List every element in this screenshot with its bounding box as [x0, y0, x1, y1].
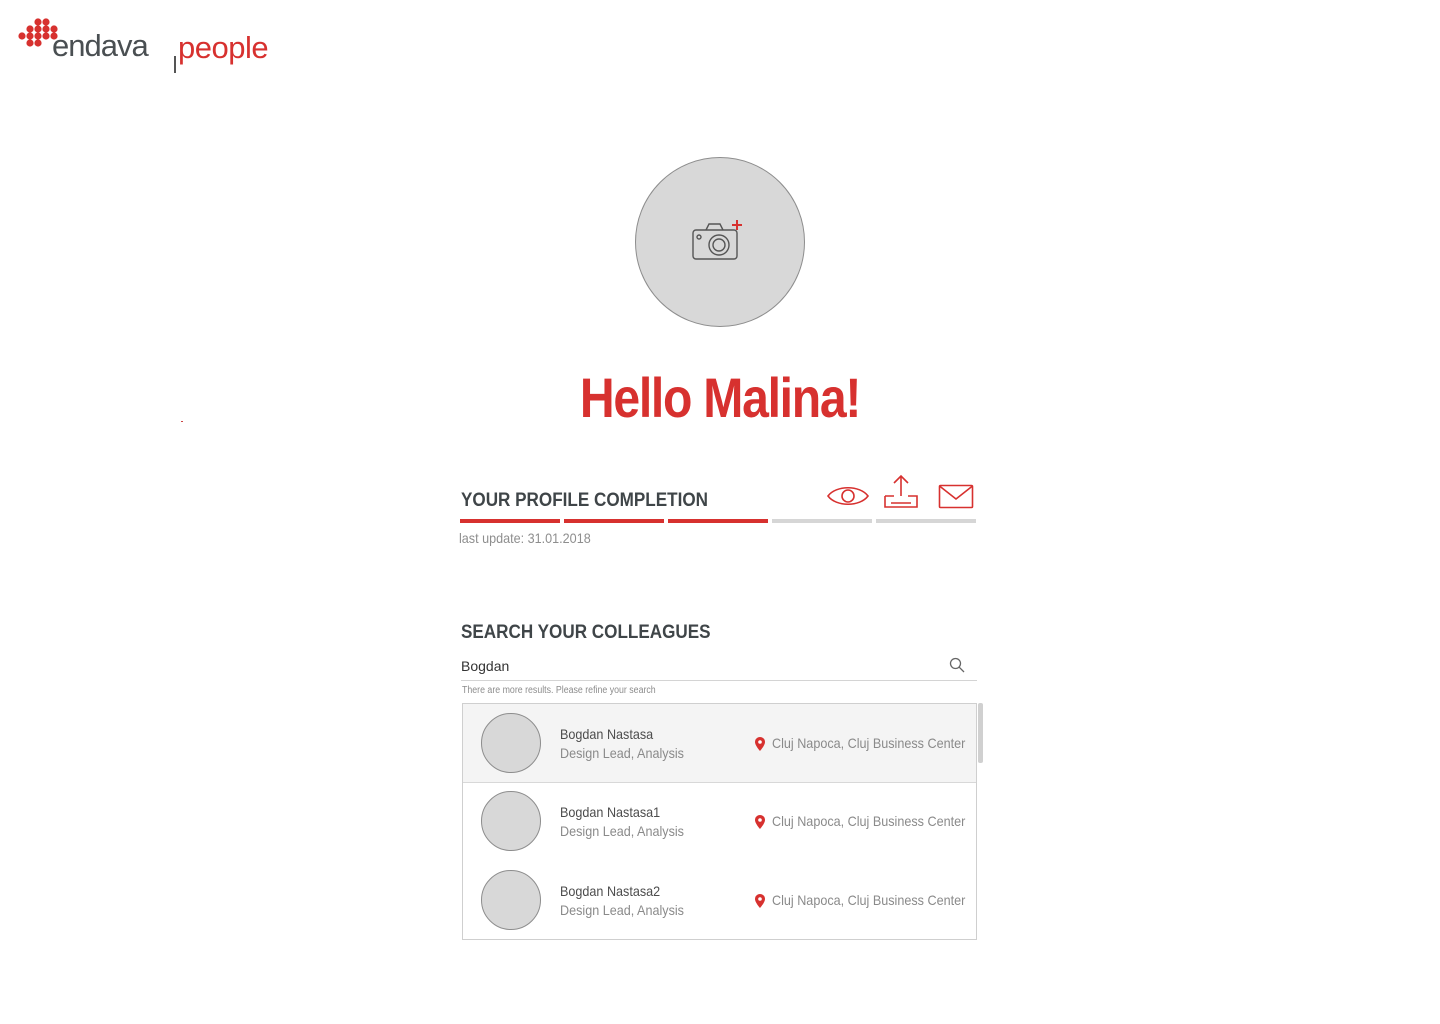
search-icon[interactable] [949, 657, 965, 673]
profile-photo-upload[interactable] [635, 157, 805, 327]
progress-segment-pending [772, 519, 872, 523]
result-location: Cluj Napoca, Cluj Business Center [772, 735, 966, 751]
result-role: Design Lead, Analysis [560, 745, 684, 761]
upload-cv-button[interactable] [882, 474, 920, 515]
result-name: Bogdan Nastasa1 [560, 804, 661, 820]
page: endava people Hello Malina! YOUR PROFILE… [0, 0, 1440, 1024]
upload-icon [884, 474, 918, 508]
eye-icon [827, 486, 869, 506]
avatar [481, 713, 541, 773]
location-pin-icon [755, 737, 765, 751]
result-row[interactable]: Bogdan Nastasa Design Lead, Analysis Clu… [463, 704, 976, 783]
progress-segment-pending [876, 519, 976, 523]
search-results-list: Bogdan Nastasa Design Lead, Analysis Clu… [462, 703, 977, 940]
result-name: Bogdan Nastasa2 [560, 883, 661, 899]
result-role: Design Lead, Analysis [560, 902, 684, 918]
avatar [481, 791, 541, 851]
search-colleagues-title: SEARCH YOUR COLLEAGUES [461, 622, 711, 643]
progress-segment-complete [668, 519, 768, 523]
profile-completion-progress [460, 519, 980, 524]
search-hint-text: There are more results. Please refine yo… [462, 685, 656, 696]
product-name: people [178, 30, 269, 65]
view-profile-button[interactable] [826, 482, 870, 515]
result-location: Cluj Napoca, Cluj Business Center [772, 892, 966, 908]
profile-completion-title: YOUR PROFILE COMPLETION [461, 490, 709, 511]
search-input[interactable] [461, 654, 931, 678]
greeting-heading: Hello Malina! [579, 366, 862, 429]
location-pin-icon [755, 894, 765, 908]
results-scrollbar[interactable] [978, 703, 983, 763]
decorative-dot [181, 421, 183, 422]
mail-icon [938, 484, 974, 509]
result-row[interactable]: Bogdan Nastasa2 Design Lead, Analysis Cl… [463, 862, 976, 939]
progress-segment-complete [564, 519, 664, 523]
result-location: Cluj Napoca, Cluj Business Center [772, 813, 966, 829]
location-pin-icon [755, 815, 765, 829]
add-photo-camera-icon [692, 220, 742, 260]
result-row[interactable]: Bogdan Nastasa1 Design Lead, Analysis Cl… [463, 783, 976, 861]
logo-separator [174, 56, 176, 73]
logo-wordmark: endava [52, 28, 149, 63]
avatar [481, 870, 541, 930]
progress-segment-complete [460, 519, 560, 523]
result-name: Bogdan Nastasa [560, 726, 654, 742]
search-box [461, 652, 977, 681]
send-email-button[interactable] [938, 484, 974, 515]
last-update-text: last update: 31.01.2018 [459, 530, 591, 546]
result-role: Design Lead, Analysis [560, 823, 684, 839]
